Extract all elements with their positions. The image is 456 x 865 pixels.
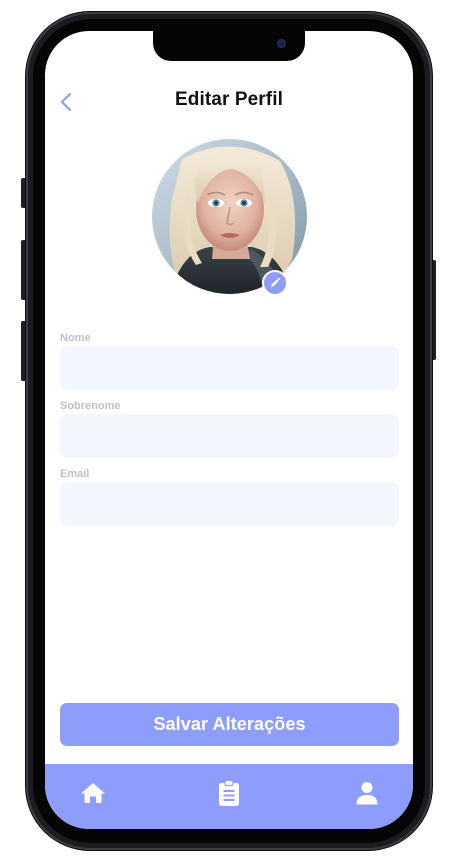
edit-avatar-button[interactable] <box>262 270 288 296</box>
notch <box>153 31 305 61</box>
first-name-field[interactable] <box>60 346 399 390</box>
nav-item-home[interactable] <box>78 778 108 808</box>
clipboard-icon <box>219 779 239 806</box>
email-label: Email <box>60 468 90 480</box>
last-name-field[interactable] <box>60 414 399 458</box>
profile-avatar[interactable] <box>152 139 307 294</box>
save-changes-button[interactable]: Salvar Alterações <box>60 703 399 746</box>
first-name-label: Nome <box>60 332 91 344</box>
nav-item-orders[interactable] <box>214 778 244 808</box>
front-camera <box>277 39 286 48</box>
phone-mockup: Editar Perfil Nome Sobrenome Email Salva… <box>0 0 456 865</box>
avatar-photo <box>152 139 307 294</box>
email-field[interactable] <box>60 482 399 526</box>
home-icon <box>81 783 105 803</box>
last-name-label: Sobrenome <box>60 400 121 412</box>
page-title: Editar Perfil <box>175 89 283 110</box>
user-icon <box>356 782 378 805</box>
nav-item-profile[interactable] <box>352 778 382 808</box>
pencil-icon <box>271 277 281 287</box>
app-screen: Editar Perfil Nome Sobrenome Email Salva… <box>45 31 413 829</box>
bottom-navigation <box>45 764 413 829</box>
